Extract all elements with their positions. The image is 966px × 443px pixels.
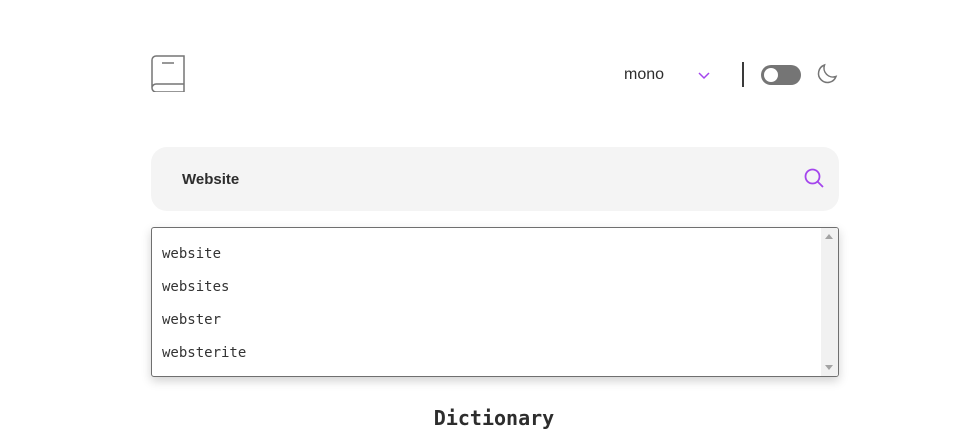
search-input[interactable] [182,167,782,191]
scroll-down-icon[interactable] [825,365,833,370]
page-title: Dictionary [433,406,555,430]
chevron-down-icon [698,72,710,80]
suggestions-dropdown: website websites webster websterite [151,227,839,377]
list-item[interactable]: websites [152,271,822,304]
header-divider [742,62,744,87]
list-item[interactable]: webster [152,304,822,337]
scrollbar[interactable] [821,228,838,376]
font-selector-label: mono [624,66,665,83]
scroll-up-icon[interactable] [825,234,833,239]
toggle-knob [764,68,778,82]
theme-toggle[interactable] [761,65,801,85]
list-item[interactable]: website [152,238,822,271]
list-item[interactable]: websterite [152,337,822,370]
font-selector[interactable]: mono [624,63,712,87]
moon-icon[interactable] [816,61,840,85]
suggestion-list: website websites webster websterite [152,238,822,370]
search-icon[interactable] [803,167,825,189]
book-icon[interactable] [150,54,186,92]
search-bar [151,147,839,211]
page: mono website websites webster websterite [0,0,966,443]
